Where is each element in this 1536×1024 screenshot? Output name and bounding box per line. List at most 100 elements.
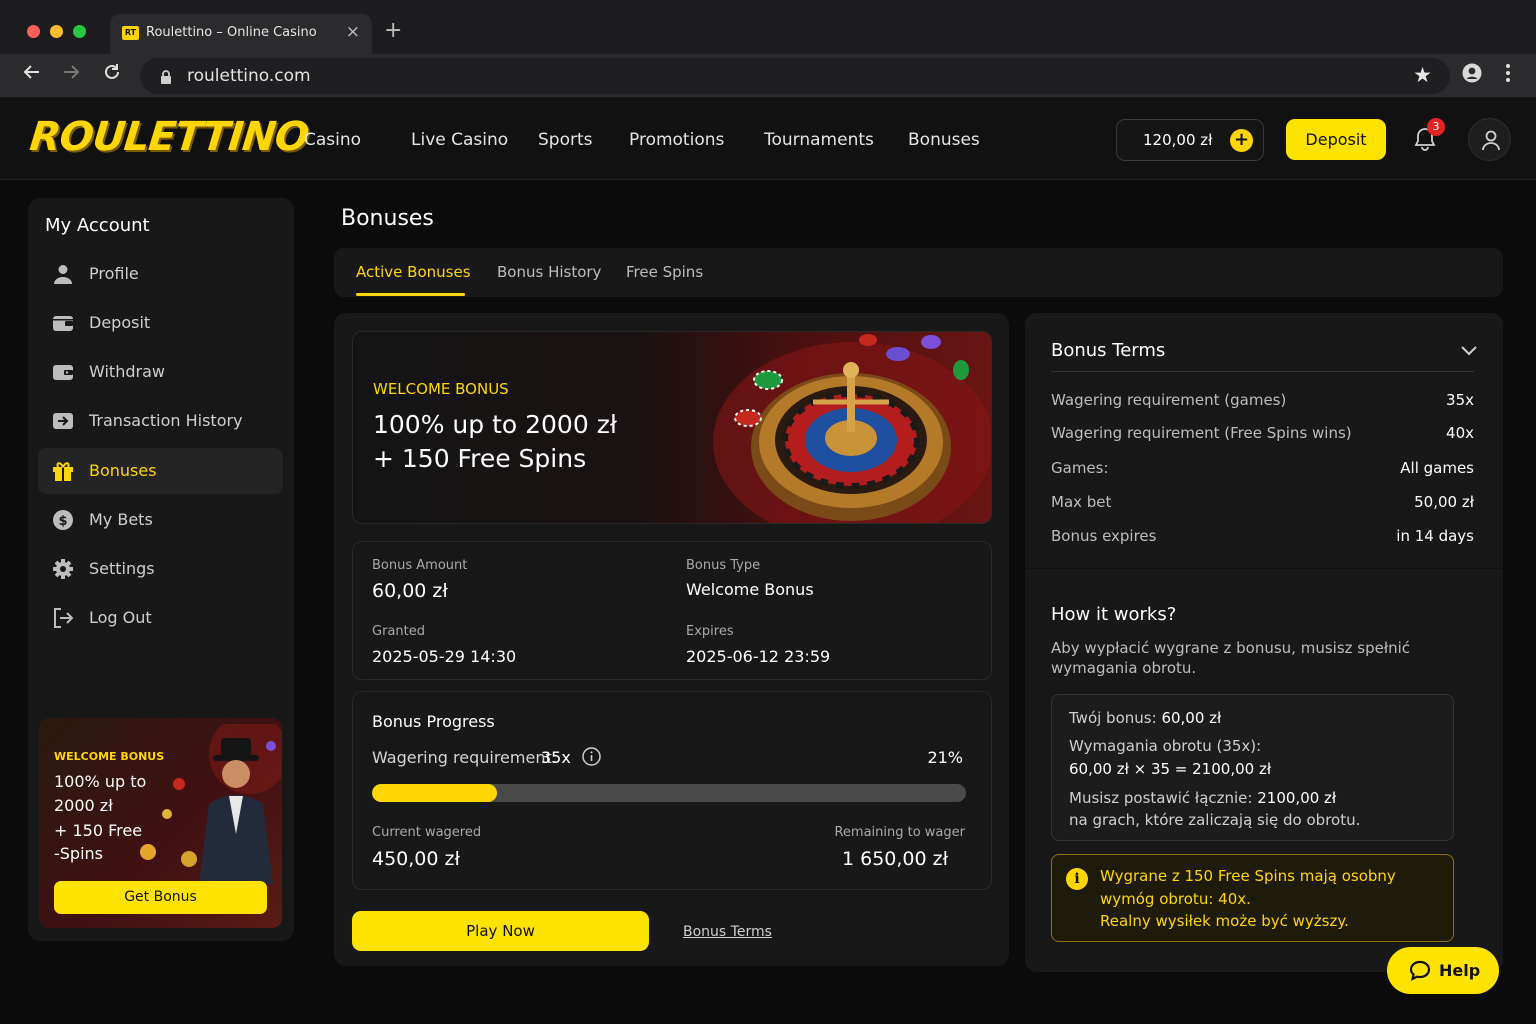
tab-active-bonuses[interactable]: Active Bonuses <box>356 263 471 281</box>
user-avatar-button[interactable] <box>1468 118 1511 161</box>
wagering-calculation-box: Twój bonus: 60,00 zł Wymagania obrotu (3… <box>1051 694 1454 841</box>
sidebar-item-my-bets[interactable]: $ My Bets <box>38 497 283 543</box>
section-divider <box>1025 568 1503 569</box>
bonus-amount-label: Bonus Amount <box>372 558 468 573</box>
sidebar-item-settings[interactable]: Settings <box>38 546 283 592</box>
bonus-type-value: Welcome Bonus <box>686 580 814 599</box>
expires-label: Expires <box>686 624 734 639</box>
browser-toolbar: roulettino.com ★ <box>0 54 1536 98</box>
sidebar-item-label: Bonuses <box>89 461 157 480</box>
back-icon[interactable] <box>19 62 45 88</box>
profile-icon[interactable] <box>1462 63 1482 87</box>
terms-row: Wagering requirement (games) 35x <box>1051 391 1474 409</box>
current-wagered-value: 450,00 zł <box>372 848 460 870</box>
tab-bonus-history[interactable]: Bonus History <box>497 263 601 281</box>
sidebar-item-label: My Bets <box>89 510 153 529</box>
chevron-down-icon[interactable] <box>1461 341 1477 360</box>
wallet-out-icon <box>53 365 73 380</box>
sidebar-item-profile[interactable]: Profile <box>38 251 283 297</box>
sidebar-item-deposit[interactable]: Deposit <box>38 300 283 346</box>
bonus-terms-panel: Bonus Terms Wagering requirement (games)… <box>1025 313 1503 972</box>
window-close-button[interactable] <box>27 25 40 38</box>
nav-live-casino[interactable]: Live Casino <box>411 130 508 150</box>
sidebar-item-transaction-history[interactable]: Transaction History <box>38 398 283 444</box>
remaining-to-wager-label: Remaining to wager <box>834 825 965 840</box>
bonus-tabs: Active Bonuses Bonus History Free Spins <box>334 248 1503 297</box>
sidebar-item-bonuses[interactable]: Bonuses <box>38 448 283 494</box>
terms-row: Bonus expires in 14 days <box>1051 527 1474 545</box>
nav-promotions[interactable]: Promotions <box>629 130 724 150</box>
divider <box>1051 371 1474 372</box>
site-logo[interactable]: ROULETTINO <box>28 114 311 160</box>
lock-icon <box>160 69 172 88</box>
terms-key: Bonus expires <box>1051 527 1157 545</box>
nav-tournaments[interactable]: Tournaments <box>764 130 874 150</box>
terms-key: Max bet <box>1051 493 1112 511</box>
notification-count-badge: 3 <box>1427 118 1445 136</box>
favicon-icon: RT <box>122 26 139 40</box>
transfer-icon <box>53 413 73 429</box>
address-bar[interactable]: roulettino.com ★ <box>140 58 1450 94</box>
promo-line: 2000 zł <box>54 796 113 815</box>
tab-title: Roulettino – Online Casino <box>146 25 317 40</box>
terms-value: All games <box>1400 459 1474 477</box>
terms-key: Games: <box>1051 459 1109 477</box>
sidebar-promo-card: WELCOME BONUS 100% up to 2000 zł + 150 F… <box>39 718 282 928</box>
progress-bar-fill <box>372 784 497 802</box>
sidebar-item-label: Settings <box>89 559 155 578</box>
header-deposit-button[interactable]: Deposit <box>1286 119 1386 160</box>
calc-line: na grach, które zaliczają się do obrotu. <box>1069 811 1361 829</box>
sidebar-item-withdraw[interactable]: Withdraw <box>38 349 283 395</box>
chat-bubble-icon <box>1409 960 1431 985</box>
sidebar-title: My Account <box>45 215 150 236</box>
reload-icon[interactable] <box>99 62 125 88</box>
balance-display: 120,00 zł + <box>1116 119 1264 161</box>
sidebar-item-log-out[interactable]: Log Out <box>38 595 283 641</box>
play-now-button[interactable]: Play Now <box>352 911 649 951</box>
window-maximize-button[interactable] <box>73 25 86 38</box>
browser-tab[interactable]: RT Roulettino – Online Casino × <box>110 14 372 54</box>
welcome-bonus-banner: WELCOME BONUS 100% up to 2000 zł + 150 F… <box>352 331 992 524</box>
bookmark-star-icon[interactable]: ★ <box>1413 63 1432 87</box>
new-tab-button[interactable]: + <box>384 18 402 43</box>
calc-line: Wymagania obrotu (35x): <box>1069 737 1262 755</box>
help-label: Help <box>1439 961 1481 980</box>
balance-amount: 120,00 zł <box>1143 131 1213 149</box>
nav-sports[interactable]: Sports <box>538 130 593 150</box>
add-funds-plus-icon[interactable]: + <box>1230 129 1253 152</box>
nav-bonuses[interactable]: Bonuses <box>908 130 980 150</box>
tab-free-spins[interactable]: Free Spins <box>626 263 703 281</box>
forward-icon[interactable] <box>58 62 84 88</box>
window-minimize-button[interactable] <box>50 25 63 38</box>
terms-row: Wagering requirement (Free Spins wins) 4… <box>1051 424 1474 442</box>
menu-kebab-icon[interactable] <box>1504 63 1512 87</box>
sidebar-item-label: Transaction History <box>89 411 243 430</box>
terms-value: 40x <box>1446 424 1474 442</box>
calc-line: Twój bonus: 60,00 zł <box>1069 709 1221 727</box>
tab-close-icon[interactable]: × <box>346 22 360 42</box>
sidebar-item-label: Log Out <box>89 608 152 627</box>
terms-value: 35x <box>1446 391 1474 409</box>
info-icon[interactable] <box>582 747 601 770</box>
calc-label: Twój bonus: <box>1069 709 1157 727</box>
logout-icon <box>54 608 74 628</box>
terms-row: Games: All games <box>1051 459 1474 477</box>
bonus-progress: Bonus Progress Wagering requirement: 35x… <box>352 691 992 890</box>
url-text: roulettino.com <box>187 66 311 86</box>
how-it-works-description: Aby wypłacić wygrane z bonusu, musisz sp… <box>1051 639 1411 677</box>
terms-value: in 14 days <box>1396 527 1474 545</box>
coin-icon: $ <box>53 510 73 530</box>
bonus-type-label: Bonus Type <box>686 558 761 573</box>
expires-value: 2025-06-12 23:59 <box>686 647 831 666</box>
progress-percent: 21% <box>927 748 963 767</box>
terms-value: 50,00 zł <box>1414 493 1474 511</box>
wallet-icon <box>53 316 73 331</box>
banner-headline: 100% up to 2000 zł <box>373 410 617 439</box>
sidebar-item-label: Withdraw <box>89 362 165 381</box>
get-bonus-button[interactable]: Get Bonus <box>54 881 267 914</box>
bonus-terms-title: Bonus Terms <box>1051 340 1166 361</box>
help-chat-button[interactable]: Help <box>1387 947 1499 994</box>
bonus-terms-link[interactable]: Bonus Terms <box>683 924 772 940</box>
nav-casino[interactable]: Casino <box>304 130 361 150</box>
free-spins-warning: i Wygrane z 150 Free Spins mają osobny w… <box>1051 854 1454 942</box>
